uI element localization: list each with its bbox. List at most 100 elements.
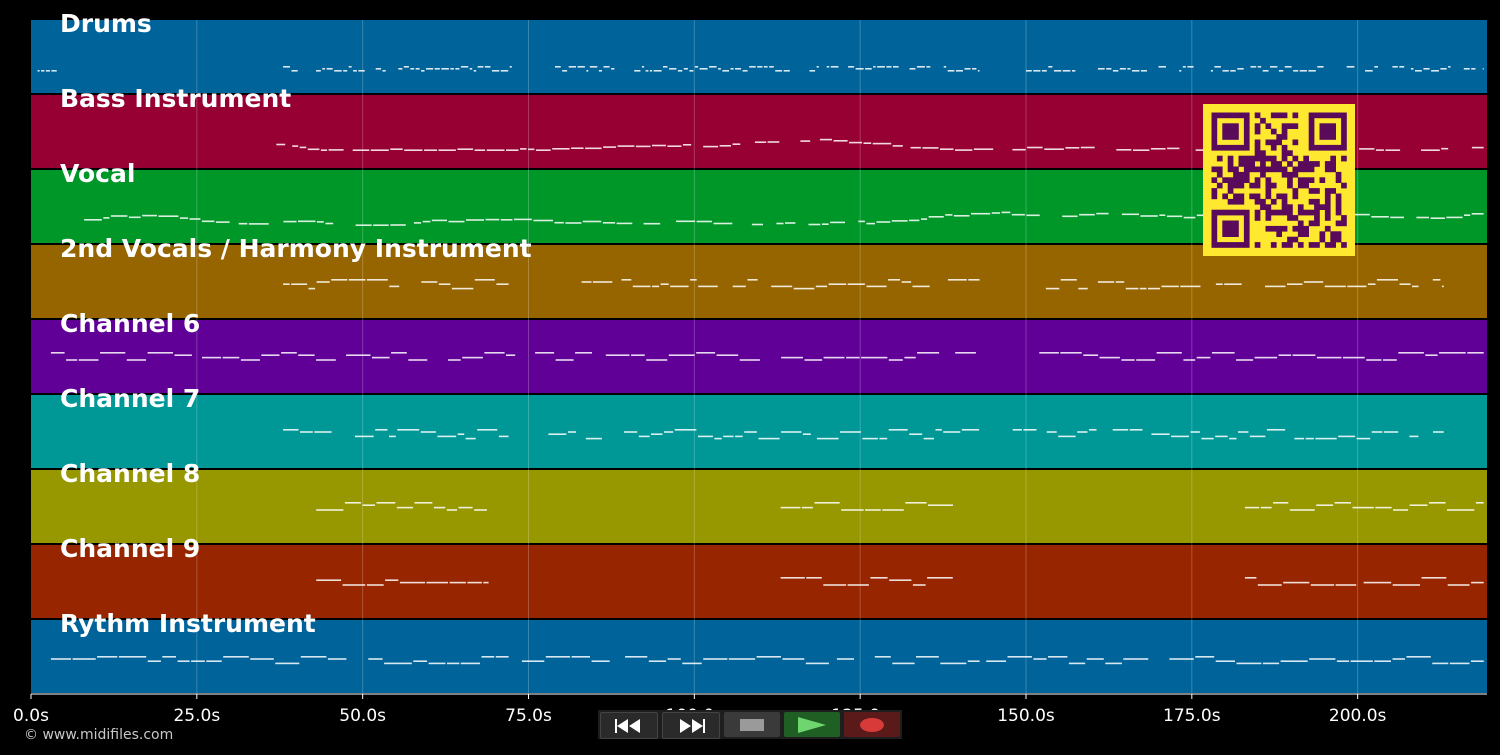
note — [1169, 658, 1194, 660]
note — [533, 219, 553, 222]
note — [477, 429, 498, 431]
note — [703, 658, 728, 660]
stop-button[interactable] — [724, 712, 780, 737]
note — [447, 662, 460, 665]
qr-module — [1330, 166, 1336, 173]
note — [1471, 68, 1476, 70]
track-label: 2nd Vocals / Harmony Instrument — [60, 234, 532, 263]
qr-module — [1287, 204, 1293, 210]
qr-module — [1324, 112, 1331, 119]
qr-module — [1314, 144, 1320, 151]
note — [968, 279, 980, 281]
note — [413, 222, 422, 224]
note — [1086, 658, 1104, 660]
play-button[interactable] — [784, 712, 840, 737]
note — [460, 662, 480, 665]
note — [751, 223, 763, 226]
note — [506, 149, 519, 151]
note — [586, 70, 589, 72]
note — [571, 147, 584, 149]
qr-module — [1276, 225, 1282, 232]
note — [804, 359, 823, 361]
note — [571, 656, 590, 658]
rewind-button[interactable] — [600, 712, 658, 739]
note — [605, 354, 630, 356]
note — [421, 70, 425, 72]
note — [1415, 70, 1422, 72]
note — [1359, 148, 1375, 150]
note — [250, 658, 274, 660]
qr-module — [1297, 209, 1304, 216]
qr-module — [1330, 144, 1336, 151]
note — [343, 70, 348, 72]
note — [474, 279, 495, 281]
qr-module — [1292, 139, 1299, 146]
note — [568, 66, 576, 68]
note — [1392, 584, 1420, 586]
note — [535, 149, 551, 151]
note — [1229, 437, 1237, 440]
note — [928, 504, 953, 506]
note — [1429, 502, 1446, 504]
note — [118, 656, 147, 658]
note — [901, 281, 912, 283]
qr-module — [1233, 171, 1239, 178]
note — [1375, 149, 1384, 151]
qr-module — [1216, 242, 1223, 248]
qr-module — [1308, 134, 1315, 140]
note — [455, 68, 460, 70]
note — [793, 287, 815, 290]
note — [1354, 213, 1370, 216]
note — [316, 221, 324, 223]
note — [426, 68, 434, 70]
qr-module — [1233, 182, 1239, 189]
qr-module — [1281, 225, 1288, 232]
qr-module — [1335, 144, 1342, 151]
note — [1265, 285, 1286, 288]
qr-module — [1308, 139, 1315, 146]
note — [1471, 213, 1484, 215]
qr-module — [1287, 123, 1293, 129]
note — [1072, 70, 1076, 72]
note — [922, 147, 939, 149]
note — [438, 149, 456, 151]
qr-module — [1254, 182, 1261, 189]
qr-module — [1254, 166, 1261, 173]
note — [865, 509, 881, 511]
note — [370, 149, 389, 151]
note — [342, 584, 366, 586]
note — [912, 584, 926, 586]
qr-module — [1233, 220, 1239, 227]
fast-forward-button[interactable] — [662, 712, 720, 739]
note — [1211, 352, 1235, 354]
qr-module — [1211, 134, 1218, 140]
note — [1151, 433, 1170, 435]
note — [677, 70, 683, 72]
note — [909, 68, 916, 70]
note — [1308, 70, 1316, 72]
qr-module — [1227, 123, 1234, 129]
record-icon — [860, 717, 884, 732]
note — [1250, 66, 1257, 68]
qr-module — [1287, 242, 1293, 248]
qr-module — [1335, 171, 1342, 178]
qr-module — [1314, 188, 1320, 194]
qr-module — [1243, 209, 1250, 216]
note — [189, 218, 201, 220]
qr-module — [1222, 144, 1228, 151]
note — [858, 220, 865, 223]
note — [625, 656, 648, 658]
note — [1187, 66, 1194, 68]
note — [410, 68, 415, 70]
note — [1183, 216, 1196, 219]
note — [362, 504, 375, 506]
note — [621, 279, 632, 281]
qr-module — [1233, 242, 1239, 248]
note — [399, 581, 425, 584]
track-label: Drums — [60, 9, 152, 38]
record-button[interactable] — [844, 712, 900, 737]
note — [1065, 147, 1080, 149]
note — [300, 656, 327, 658]
qr-module — [1260, 161, 1266, 167]
note — [344, 502, 361, 504]
